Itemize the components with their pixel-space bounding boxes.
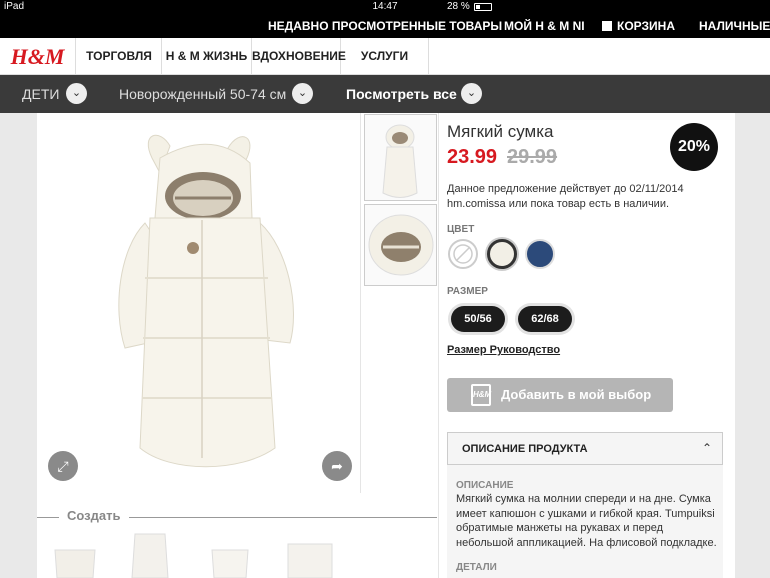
description-header: ОПИСАНИЕ ПРОДУКТА xyxy=(462,443,588,455)
breadcrumb: ДЕТИ ⌄ Новорожденный 50-74 см ⌄ Посмотре… xyxy=(0,75,770,113)
related-item-4[interactable] xyxy=(280,530,340,578)
breadcrumb-view-all[interactable]: Посмотреть все xyxy=(346,86,457,102)
color-swatch-navy[interactable] xyxy=(525,239,555,269)
left-gutter xyxy=(0,113,37,578)
cart-icon xyxy=(602,21,612,31)
expand-icon[interactable]: ⤢ xyxy=(48,451,78,481)
size-option-50-56[interactable]: 50/56 xyxy=(451,306,505,332)
related-item-1[interactable] xyxy=(45,530,105,578)
current-price: 23.99 xyxy=(447,146,498,168)
top-link-bar: НЕДАВНО ПРОСМОТРЕННЫЕ ТОВАРЫ МОЙ H & M N… xyxy=(0,14,770,38)
discount-badge: 20% xyxy=(670,123,718,171)
old-price: 29.99 xyxy=(507,146,558,168)
breadcrumb-newborn[interactable]: Новорожденный 50-74 см xyxy=(119,86,286,102)
add-button-label: Добавить в мой выбор xyxy=(501,387,652,402)
recently-viewed-link[interactable]: НЕДАВНО ПРОСМОТРЕННЫЕ ТОВАРЫ xyxy=(268,19,502,33)
chevron-down-icon[interactable]: ⌄ xyxy=(461,83,482,104)
create-label: Создать xyxy=(67,508,121,523)
product-title: Мягкий сумка xyxy=(447,122,554,141)
color-swatch-white[interactable] xyxy=(448,239,478,269)
related-item-2[interactable] xyxy=(120,530,180,578)
right-gutter xyxy=(735,113,770,578)
cart-label: КОРЗИНА xyxy=(617,19,675,33)
size-option-62-68[interactable]: 62/68 xyxy=(518,306,572,332)
details-label: ДЕТАЛИ xyxy=(456,562,497,573)
nav-item-shopping[interactable]: ТОРГОВЛЯ xyxy=(77,38,162,75)
my-hm-link[interactable]: МОЙ H & M NI xyxy=(504,19,585,33)
divider xyxy=(37,517,59,518)
thumbnail-image xyxy=(382,124,418,198)
chevron-up-icon: ⌃ xyxy=(701,441,712,455)
size-guide-link[interactable]: Размер Руководство xyxy=(447,344,560,356)
add-to-wishlist-button[interactable]: H&M Добавить в мой выбор xyxy=(447,378,673,412)
nav-item-inspiration[interactable]: ВДОХНОВЕНИЕ xyxy=(252,38,346,75)
page-root: iPad 14:47 28 % НЕДАВНО ПРОСМОТРЕННЫЕ ТО… xyxy=(0,0,770,578)
divider xyxy=(438,113,439,578)
cash-link[interactable]: НАЛИЧНЫЕ xyxy=(699,19,770,33)
chevron-down-icon[interactable]: ⌄ xyxy=(292,83,313,104)
battery-percent: 28 % xyxy=(447,1,470,12)
related-item-3[interactable] xyxy=(200,530,260,578)
product-image[interactable] xyxy=(100,128,310,473)
breadcrumb-kids[interactable]: ДЕТИ xyxy=(22,86,59,102)
thumbnail-1[interactable] xyxy=(364,114,437,201)
offer-text: Данное предложение действует до 02/11/20… xyxy=(447,183,684,210)
thumbnail-2[interactable] xyxy=(364,204,437,286)
divider xyxy=(360,113,361,493)
color-label: ЦВЕТ xyxy=(447,224,475,235)
nav-item-hm-life[interactable]: H & M ЖИЗНЬ xyxy=(162,38,252,75)
shopping-bag-icon: H&M xyxy=(471,384,491,406)
nav-item-services[interactable]: УСЛУГИ xyxy=(341,38,429,75)
description-label: ОПИСАНИЕ xyxy=(456,480,514,491)
status-bar: iPad 14:47 28 % xyxy=(0,0,770,14)
main-nav: H&M ТОРГОВЛЯ H & M ЖИЗНЬ ВДОХНОВЕНИЕ УСЛ… xyxy=(0,38,770,75)
thumbnail-image xyxy=(368,214,434,276)
hm-logo[interactable]: H&M xyxy=(0,38,76,75)
unavailable-slash-icon xyxy=(453,244,473,264)
color-swatch-cream[interactable] xyxy=(487,239,517,269)
divider xyxy=(129,517,437,518)
battery-indicator: 28 % xyxy=(447,0,764,14)
battery-icon xyxy=(473,3,492,11)
share-icon[interactable]: ➦ xyxy=(322,451,352,481)
battery-fill xyxy=(475,5,480,9)
description-text: Мягкий сумка на молнии спереди и на дне.… xyxy=(456,493,717,549)
size-label: РАЗМЕР xyxy=(447,286,488,297)
chevron-down-icon[interactable]: ⌄ xyxy=(66,83,87,104)
description-accordion-header[interactable]: ОПИСАНИЕ ПРОДУКТА ⌃ xyxy=(447,432,723,465)
create-section: Создать xyxy=(37,508,437,526)
cart-link[interactable]: КОРЗИНА xyxy=(602,19,675,33)
